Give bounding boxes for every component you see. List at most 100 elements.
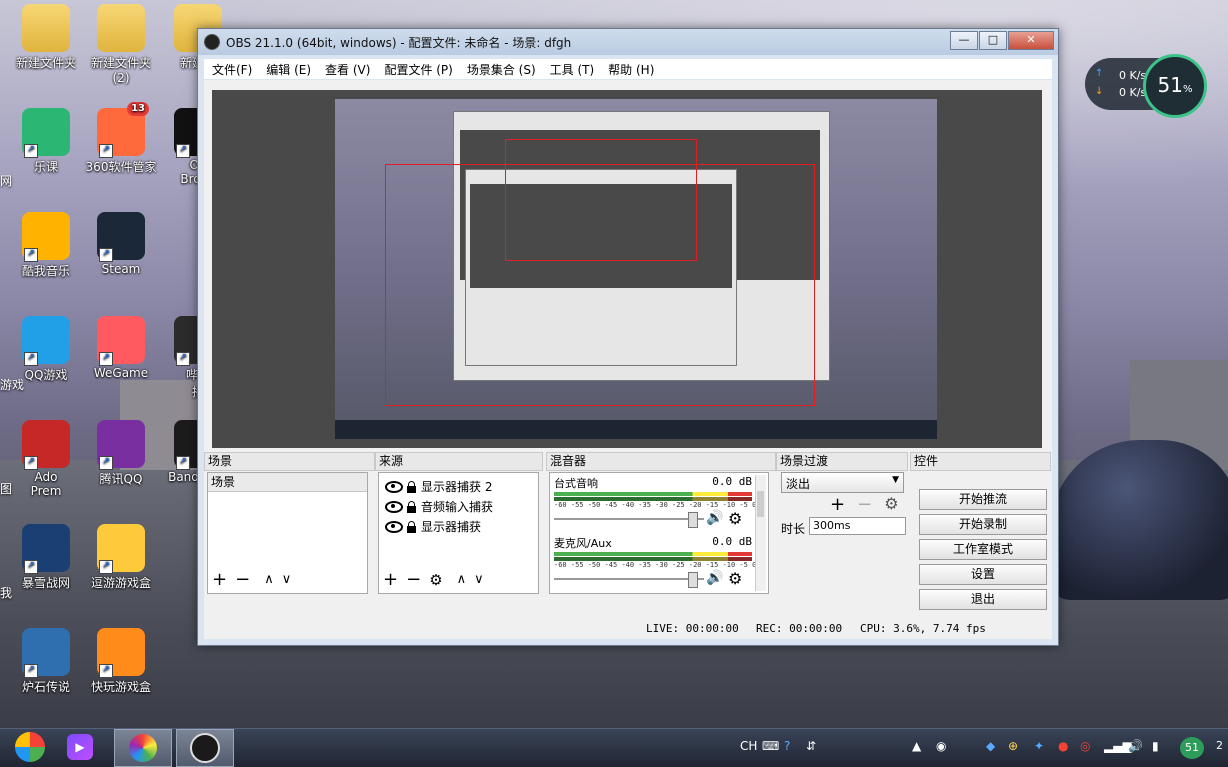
- visibility-eye-icon[interactable]: [385, 481, 403, 493]
- selection-box: [505, 139, 697, 261]
- tray-netease-icon[interactable]: ◎: [1080, 739, 1090, 753]
- desktop-icon-label: Ado Prem: [30, 470, 62, 498]
- desktop-icon[interactable]: ↗ 酷我音乐: [8, 212, 84, 279]
- menu-edit[interactable]: 编辑 (E): [266, 61, 311, 78]
- add-source-button[interactable]: +: [383, 571, 398, 589]
- tray-shield-icon[interactable]: ◆: [986, 739, 995, 753]
- remove-transition-button[interactable]: −: [857, 494, 872, 515]
- shortcut-arrow-icon: ↗: [24, 144, 38, 158]
- desktop-icon[interactable]: ↗ Steam: [83, 212, 159, 276]
- battery-icon[interactable]: ▮: [1152, 739, 1159, 753]
- keyboard-icon[interactable]: ⌨: [762, 739, 779, 753]
- desktop-icon[interactable]: ↗ WeGame: [83, 316, 159, 380]
- desktop-icon[interactable]: ↗ 腾讯QQ: [83, 420, 159, 487]
- obs-window[interactable]: OBS 21.1.0 (64bit, windows) - 配置文件: 未命名 …: [197, 28, 1059, 646]
- desktop-icon[interactable]: 13 ↗ 360软件管家: [83, 102, 159, 175]
- sources-list[interactable]: 显示器捕获 2 音频输入捕获 显示器捕获 + − ⚙ ∧ ∨: [378, 472, 539, 594]
- remove-source-button[interactable]: −: [406, 571, 421, 589]
- speaker-icon[interactable]: 🔊: [706, 570, 723, 586]
- source-item[interactable]: 显示器捕获 2: [379, 477, 538, 497]
- tray-bird-icon[interactable]: ✦: [1034, 739, 1044, 753]
- transition-select[interactable]: 淡出 ▼: [781, 472, 904, 493]
- tray-app-icon[interactable]: ▲: [912, 739, 921, 753]
- audio-mixer: 台式音响 0.0 dB -60 -55 -50 -45 -40 -35 -30 …: [549, 472, 769, 594]
- input-language[interactable]: CH: [740, 739, 757, 753]
- volume-meter: [554, 552, 752, 556]
- move-up-button[interactable]: ∧: [264, 571, 274, 589]
- source-properties-gear-icon[interactable]: ⚙: [429, 571, 442, 589]
- menu-help[interactable]: 帮助 (H): [608, 61, 654, 78]
- source-item[interactable]: 音频输入捕获: [379, 497, 538, 517]
- move-down-button[interactable]: ∨: [474, 571, 484, 589]
- start-streaming-button[interactable]: 开始推流: [919, 489, 1047, 510]
- volume-slider-handle[interactable]: [688, 512, 698, 528]
- clock[interactable]: 2: [1216, 739, 1223, 752]
- menu-tools[interactable]: 工具 (T): [550, 61, 595, 78]
- move-down-button[interactable]: ∨: [282, 571, 292, 589]
- volume-slider-handle[interactable]: [688, 572, 698, 588]
- preview-canvas[interactable]: [212, 90, 1042, 448]
- channel-settings-gear-icon[interactable]: ⚙: [728, 509, 742, 528]
- transition-properties-gear-icon[interactable]: ⚙: [884, 494, 898, 515]
- desktop-icon[interactable]: ↗ 快玩游戏盒: [83, 628, 159, 695]
- folder-icon: [97, 4, 145, 52]
- chevron-down-icon: ▼: [892, 475, 899, 485]
- obs-client-area: 场景 来源 混音器 场景过渡 控件 场景 + − ∧ ∨ 显示器捕获 2 音频输…: [204, 80, 1052, 639]
- title-bar[interactable]: OBS 21.1.0 (64bit, windows) - 配置文件: 未命名 …: [198, 29, 1058, 55]
- download-arrow-icon: ↓: [1095, 86, 1104, 97]
- exit-button[interactable]: 退出: [919, 589, 1047, 610]
- volume-icon[interactable]: 🔊: [1128, 739, 1143, 753]
- tray-obs-icon[interactable]: ◉: [936, 739, 946, 753]
- desktop-icon[interactable]: ↗ 乐课: [8, 108, 84, 175]
- add-scene-button[interactable]: +: [212, 571, 227, 589]
- volume-slider-track[interactable]: [554, 518, 704, 520]
- minimize-button[interactable]: —: [950, 31, 978, 50]
- tray-plus-icon[interactable]: ⊕: [1008, 739, 1018, 753]
- desktop-icon[interactable]: 新建文件夹 (2): [83, 4, 159, 85]
- channel-settings-gear-icon[interactable]: ⚙: [728, 569, 742, 588]
- desktop-icon[interactable]: ↗ 暴雪战网: [8, 524, 84, 591]
- mixer-scrollbar[interactable]: [755, 475, 766, 591]
- visibility-eye-icon[interactable]: [385, 521, 403, 533]
- taskbar-browser[interactable]: [114, 729, 172, 767]
- menu-scene-collection[interactable]: 场景集合 (S): [467, 61, 536, 78]
- desktop-icon[interactable]: ↗ Ado Prem: [8, 420, 84, 498]
- menu-file[interactable]: 文件(F): [212, 61, 252, 78]
- close-button[interactable]: ✕: [1008, 31, 1054, 50]
- maximize-button[interactable]: □: [979, 31, 1007, 50]
- shortcut-arrow-icon: ↗: [24, 352, 38, 366]
- desktop-icon-label: 快玩游戏盒: [90, 680, 151, 694]
- desktop-icon[interactable]: ↗ QQ游戏: [8, 316, 84, 383]
- menu-view[interactable]: 查看 (V): [325, 61, 370, 78]
- lock-icon[interactable]: [407, 500, 416, 513]
- start-recording-button[interactable]: 开始录制: [919, 514, 1047, 535]
- studio-mode-button[interactable]: 工作室模式: [919, 539, 1047, 560]
- help-icon[interactable]: ?: [784, 739, 790, 753]
- menu-profile[interactable]: 配置文件 (P): [384, 61, 452, 78]
- taskbar-obs[interactable]: [176, 729, 234, 767]
- remove-scene-button[interactable]: −: [235, 571, 250, 589]
- desktop-icon[interactable]: ↗ 逗游游戏盒: [83, 524, 159, 591]
- tray-menu-icon[interactable]: ⇵: [806, 739, 816, 753]
- speaker-icon[interactable]: 🔊: [706, 510, 723, 526]
- move-up-button[interactable]: ∧: [457, 571, 467, 589]
- tray-counter-badge[interactable]: 51: [1180, 737, 1204, 759]
- desktop-icon-label: WeGame: [93, 366, 149, 380]
- tray-record-icon[interactable]: ●: [1058, 739, 1068, 753]
- mixer-dock-title: 混音器: [546, 452, 776, 471]
- volume-slider-track[interactable]: [554, 578, 704, 580]
- visibility-eye-icon[interactable]: [385, 501, 403, 513]
- lock-icon[interactable]: [407, 520, 416, 533]
- desktop-icon-label: 360软件管家: [85, 160, 157, 174]
- scenes-list[interactable]: 场景 + − ∧ ∨: [207, 472, 368, 594]
- settings-button[interactable]: 设置: [919, 564, 1047, 585]
- start-button[interactable]: [2, 729, 58, 765]
- desktop-icon[interactable]: 新建文件夹: [8, 4, 84, 71]
- taskbar-video-app[interactable]: ▶: [52, 729, 108, 765]
- add-transition-button[interactable]: +: [830, 494, 845, 515]
- desktop-icon[interactable]: ↗ 炉石传说: [8, 628, 84, 695]
- source-item[interactable]: 显示器捕获: [379, 517, 538, 537]
- duration-input[interactable]: 300ms: [809, 517, 906, 535]
- lock-icon[interactable]: [407, 480, 416, 493]
- net-speed-widget[interactable]: ↑ 0 K/s ↓ 0 K/s 51%: [1085, 54, 1207, 118]
